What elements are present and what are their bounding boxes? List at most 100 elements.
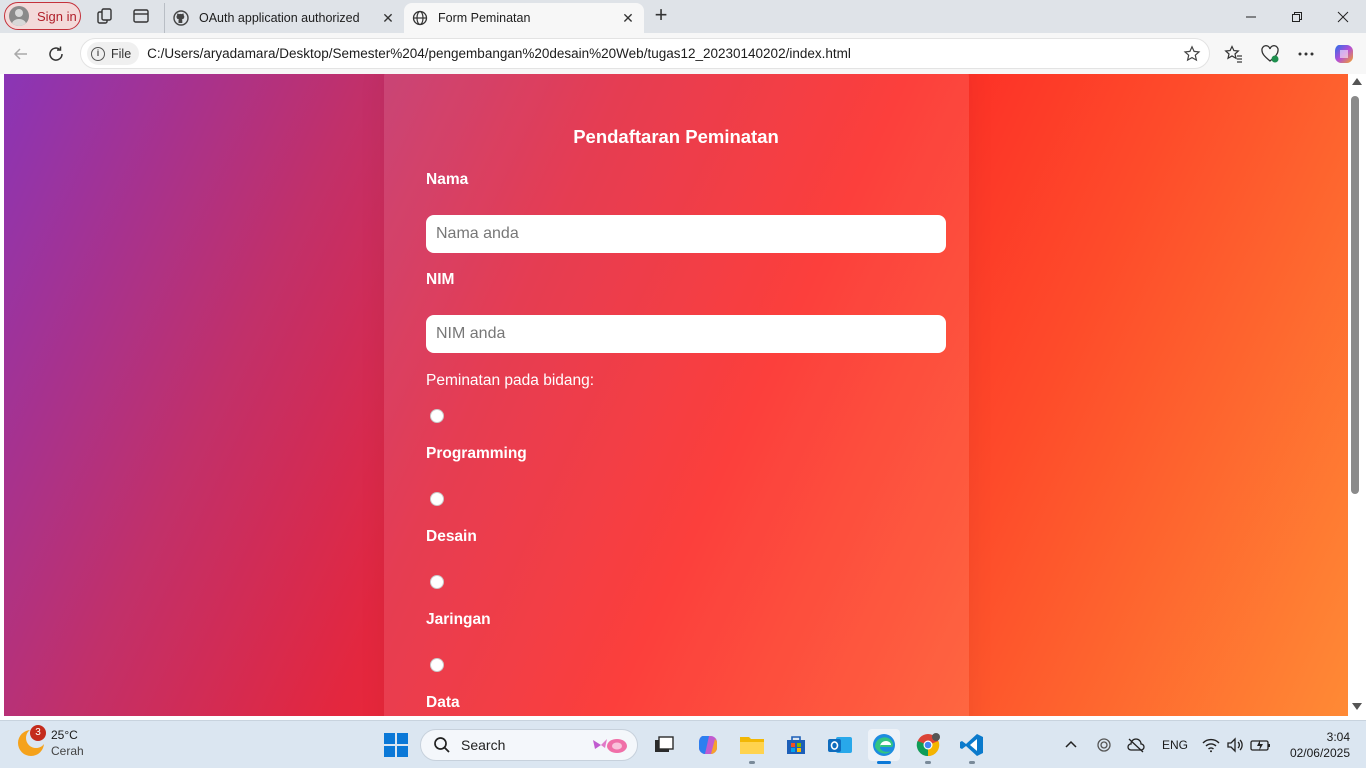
clock-date: 02/06/2025 [1289,746,1350,760]
taskbar: 3 25°C Cerah Search ENG 3:04 02/06/2025 [0,720,1366,768]
running-indicator [925,761,931,764]
tab-form-peminatan[interactable]: Form Peminatan ✕ [404,3,644,33]
vscode-button[interactable] [956,729,988,764]
store-button[interactable] [780,729,812,761]
copilot-icon [1335,45,1353,63]
show-hidden-icons-button[interactable] [1064,735,1078,755]
option-label-data: Data [426,694,460,711]
option-label-jaringan: Jaringan [426,611,491,628]
browser-essentials-button[interactable] [1260,44,1280,64]
weather-temp: 25°C [51,728,78,742]
taskbar-search[interactable]: Search [420,729,638,761]
scroll-up-arrow-icon[interactable] [1352,78,1362,85]
copilot-button[interactable] [1332,42,1356,66]
name-input[interactable] [426,215,946,253]
favorite-star-icon[interactable] [1183,45,1201,63]
edge-button[interactable] [868,729,900,764]
tab-title: Form Peminatan [438,11,531,25]
tab-title: OAuth application authorized [199,11,360,25]
radio-desain[interactable] [430,492,444,506]
radio-jaringan[interactable] [430,575,444,589]
profile-avatar-icon [9,6,29,26]
github-icon [173,10,189,26]
page-title: Pendaftaran Peminatan [573,126,779,147]
folder-icon [740,737,764,754]
copilot-taskbar-button[interactable] [692,729,724,761]
chrome-icon [916,733,940,757]
onedrive-tray-button[interactable] [1096,735,1112,755]
refresh-button[interactable] [45,43,67,65]
weather-badge: 3 [30,725,46,741]
close-tab-icon[interactable]: ✕ [380,10,396,26]
weather-condition: Cerah [51,744,84,758]
weather-widget[interactable]: 3 25°C Cerah [18,725,84,759]
minimize-button[interactable] [1228,0,1274,33]
close-window-button[interactable] [1320,0,1366,33]
favorites-button[interactable] [1224,44,1244,64]
interest-label: Peminatan pada bidang: [426,372,595,389]
new-tab-button[interactable]: + [650,4,672,27]
search-icon [434,737,450,753]
chevron-up-icon [1065,740,1077,748]
vertical-scrollbar[interactable] [1348,74,1366,716]
search-label: Search [461,737,506,753]
system-clock[interactable]: 3:04 02/06/2025 [1280,729,1350,761]
sync-icon [1097,738,1111,752]
outlook-button[interactable] [824,729,856,761]
quick-settings-button[interactable] [1202,735,1272,755]
file-explorer-button[interactable] [736,729,768,764]
address-bar[interactable]: i File C:/Users/aryadamara/Desktop/Semes… [80,38,1210,69]
cloud-off-icon [1127,738,1145,753]
scroll-down-arrow-icon[interactable] [1352,703,1362,710]
edge-icon [873,734,895,756]
tab-strip: Sign in OAuth application authorized ✕ F… [0,0,1366,33]
task-view-button[interactable] [648,729,680,761]
running-indicator [877,761,891,764]
running-indicator [969,761,975,764]
nim-input[interactable] [426,315,946,353]
radio-data[interactable] [430,658,444,672]
volume-icon [1227,737,1243,753]
nim-label: NIM [426,271,455,288]
restore-icon [1292,11,1302,22]
workspaces-icon[interactable] [96,7,114,25]
battery-charging-icon [1250,740,1270,751]
site-info-chip[interactable]: i File [87,42,140,65]
back-arrow-icon [13,48,27,60]
scrollbar-thumb[interactable] [1351,96,1359,494]
clock-time: 3:04 [1326,730,1350,744]
sign-in-button[interactable]: Sign in [4,2,81,30]
tab-oauth[interactable]: OAuth application authorized ✕ [164,3,404,33]
name-label: Nama [426,171,469,188]
vscode-icon [960,734,983,756]
page-viewport: Pendaftaran Peminatan Nama NIM Peminatan… [4,74,1348,716]
task-view-icon [655,736,674,752]
more-icon [1298,52,1314,56]
refresh-icon [49,46,63,61]
vertical-tabs-icon[interactable] [132,7,150,25]
search-highlight-flower-icon [593,739,627,753]
outlook-icon [828,737,852,753]
wifi-icon [1202,738,1220,753]
info-icon: i [91,46,105,61]
start-button[interactable] [384,733,408,757]
file-label: File [111,46,132,61]
heart-pulse-icon [1261,45,1279,63]
language-indicator[interactable]: ENG [1162,735,1188,755]
globe-icon [412,10,428,26]
more-menu-button[interactable] [1296,44,1316,64]
option-label-programming: Programming [426,445,527,462]
restore-button[interactable] [1274,0,1320,33]
store-icon [787,736,805,754]
back-button[interactable] [10,43,32,65]
running-indicator [749,761,755,764]
close-tab-icon[interactable]: ✕ [620,10,636,26]
windows-logo-icon [384,733,395,744]
option-label-desain: Desain [426,528,477,545]
chrome-button[interactable] [912,729,944,764]
url-text[interactable]: C:/Users/aryadamara/Desktop/Semester%204… [147,46,851,61]
radio-programming[interactable] [430,409,444,423]
browser-toolbar: i File C:/Users/aryadamara/Desktop/Semes… [0,33,1366,74]
network-off-tray-button[interactable] [1126,735,1146,755]
minimize-icon [1246,16,1256,17]
